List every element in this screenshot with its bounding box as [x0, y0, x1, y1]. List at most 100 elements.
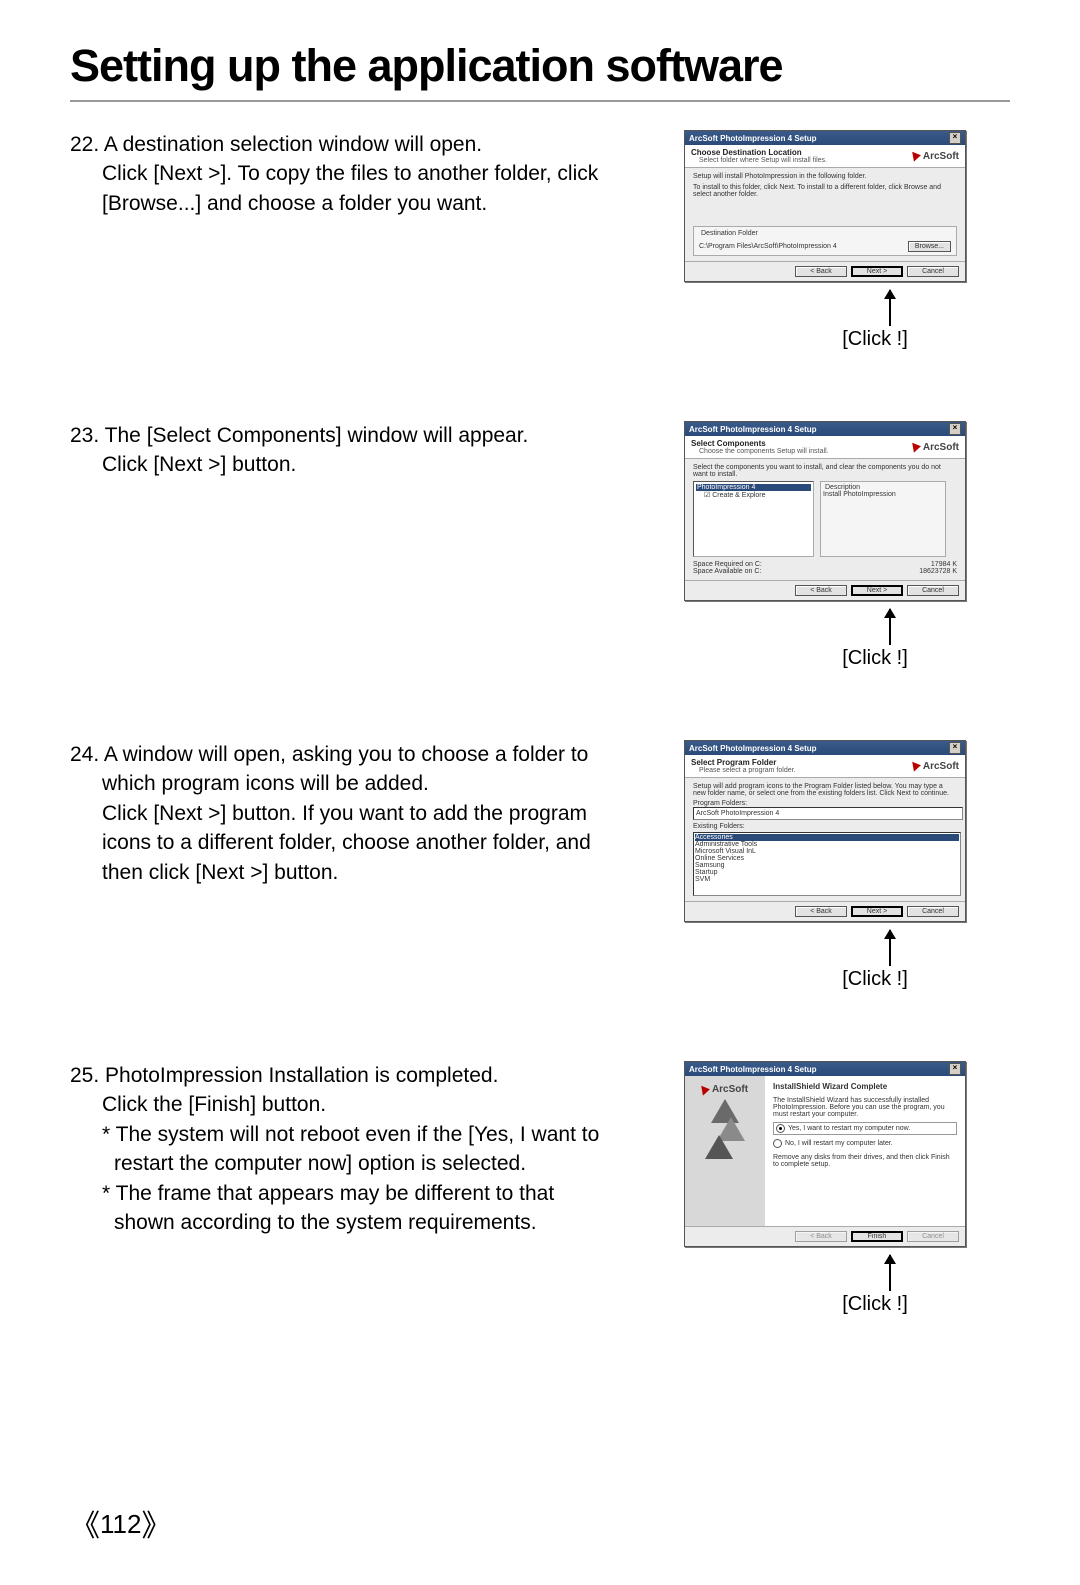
list-item[interactable]: Online Services	[695, 855, 959, 862]
restart-no-option[interactable]: No, I will restart my computer later.	[773, 1139, 957, 1148]
list-item[interactable]: Startup	[695, 869, 959, 876]
list-item[interactable]: Accessories	[695, 834, 959, 841]
next-button[interactable]: Next >	[851, 266, 903, 277]
installer-dialog-components: ArcSoft PhotoImpression 4 Setup × Select…	[684, 421, 966, 601]
radio-icon	[776, 1124, 785, 1133]
step-line: then click [Next >] button.	[70, 858, 630, 887]
cancel-button[interactable]: Cancel	[907, 266, 959, 277]
pf-label: Program Folders:	[693, 800, 957, 807]
click-label: [Click !]	[842, 968, 908, 991]
header-sub: Please select a program folder.	[699, 767, 796, 774]
step-number: 24.	[70, 743, 99, 766]
step-number: 23.	[70, 424, 99, 447]
option-label: Yes, I want to restart my computer now.	[788, 1125, 910, 1132]
click-label: [Click !]	[842, 328, 908, 351]
step-line: The [Select Components] window will appe…	[105, 424, 529, 447]
installer-dialog-program-folder: ArcSoft PhotoImpression 4 Setup × Select…	[684, 740, 966, 922]
existing-folders-list[interactable]: Accessories Administrative Tools Microso…	[693, 832, 961, 896]
back-button[interactable]: < Back	[795, 266, 847, 277]
dialog-header: Select Components Choose the components …	[685, 436, 965, 459]
body-text: Setup will install PhotoImpression in th…	[693, 173, 957, 180]
complete-header: InstallShield Wizard Complete	[773, 1082, 957, 1091]
dialog-titlebar: ArcSoft PhotoImpression 4 Setup ×	[685, 741, 965, 755]
cancel-button: Cancel	[907, 1231, 959, 1242]
radio-icon	[773, 1139, 782, 1148]
dialog-titlebar: ArcSoft PhotoImpression 4 Setup ×	[685, 1062, 965, 1076]
browse-button[interactable]: Browse...	[908, 241, 951, 252]
body-text: Setup will add program icons to the Prog…	[693, 783, 957, 797]
click-label: [Click !]	[842, 647, 908, 670]
desc-label: Description	[823, 484, 862, 491]
header-text: Select Program Folder	[691, 758, 796, 767]
close-icon[interactable]: ×	[949, 742, 961, 754]
list-item[interactable]: Samsung	[695, 862, 959, 869]
cancel-button[interactable]: Cancel	[907, 585, 959, 596]
header-text: Choose Destination Location	[691, 148, 827, 157]
brand-logo: ArcSoft	[913, 151, 959, 162]
back-button[interactable]: < Back	[795, 585, 847, 596]
dialog-title-text: ArcSoft PhotoImpression 4 Setup	[689, 425, 817, 434]
restart-yes-option[interactable]: Yes, I want to restart my computer now.	[773, 1122, 957, 1135]
finish-button[interactable]: Finish	[851, 1231, 903, 1242]
list-item[interactable]: Microsoft Visual InL	[695, 848, 959, 855]
step-line: Click the [Finish] button.	[70, 1090, 630, 1119]
dialog-titlebar: ArcSoft PhotoImpression 4 Setup ×	[685, 422, 965, 436]
list-item[interactable]: SVM	[695, 876, 959, 883]
finish-body: ArcSoft InstallShield Wizard Complete Th…	[685, 1076, 965, 1226]
program-folder-input[interactable]: ArcSoft PhotoImpression 4	[693, 807, 963, 820]
dialog-body: Select the components you want to instal…	[685, 459, 965, 580]
page-number: 《112》	[70, 1501, 171, 1545]
dialog-buttons: < Back Finish Cancel	[685, 1226, 965, 1246]
installer-dialog-complete: ArcSoft PhotoImpression 4 Setup × ArcSof…	[684, 1061, 966, 1247]
screenshot-column: ArcSoft PhotoImpression 4 Setup × Choose…	[640, 130, 1010, 351]
step-24: 24. A window will open, asking you to ch…	[70, 740, 1010, 991]
header-sub: Select folder where Setup will install f…	[699, 157, 827, 164]
dialog-body: Setup will install PhotoImpression in th…	[685, 168, 965, 261]
mountain-icon	[705, 1135, 733, 1159]
header-sub: Choose the components Setup will install…	[699, 448, 829, 455]
step-25: 25. PhotoImpression Installation is comp…	[70, 1061, 1010, 1316]
close-icon[interactable]: ×	[949, 1063, 961, 1075]
step-note: shown according to the system requiremen…	[70, 1208, 630, 1237]
arrow-icon	[889, 290, 891, 326]
screenshot-column: ArcSoft PhotoImpression 4 Setup × ArcSof…	[640, 1061, 1010, 1316]
component-tree[interactable]: PhotoImpression 4 ☑ Create & Explore	[693, 481, 814, 557]
dialog-header: Select Program Folder Please select a pr…	[685, 755, 965, 778]
option-label: No, I will restart my computer later.	[785, 1140, 893, 1147]
arrow-icon	[889, 1255, 891, 1291]
tree-item[interactable]: ☑ Create & Explore	[696, 491, 811, 499]
step-line: A destination selection window will open…	[104, 133, 482, 156]
dialog-buttons: < Back Next > Cancel	[685, 901, 965, 921]
list-item[interactable]: Administrative Tools	[695, 841, 959, 848]
arrow-icon	[889, 609, 891, 645]
body-text: Select the components you want to instal…	[693, 464, 957, 478]
dialog-buttons: < Back Next > Cancel	[685, 580, 965, 600]
body-text: Remove any disks from their drives, and …	[773, 1154, 957, 1168]
body-text: To install to this folder, click Next. T…	[693, 184, 957, 198]
dialog-header: Choose Destination Location Select folde…	[685, 145, 965, 168]
back-button[interactable]: < Back	[795, 906, 847, 917]
desc-text: Install PhotoImpression	[823, 491, 943, 498]
dialog-title-text: ArcSoft PhotoImpression 4 Setup	[689, 1065, 817, 1074]
next-button[interactable]: Next >	[851, 585, 903, 596]
close-icon[interactable]: ×	[949, 423, 961, 435]
dialog-title-text: ArcSoft PhotoImpression 4 Setup	[689, 134, 817, 143]
next-button[interactable]: Next >	[851, 906, 903, 917]
step-note: restart the computer now] option is sele…	[70, 1149, 630, 1178]
brand-logo: ArcSoft	[913, 761, 959, 772]
step-line: [Browse...] and choose a folder you want…	[70, 189, 630, 218]
step-number: 25.	[70, 1064, 99, 1087]
dialog-title-text: ArcSoft PhotoImpression 4 Setup	[689, 744, 817, 753]
space-label: Space Available on C:	[693, 568, 761, 575]
finish-content: InstallShield Wizard Complete The Instal…	[765, 1076, 965, 1226]
cancel-button[interactable]: Cancel	[907, 906, 959, 917]
destination-folder-box: Destination Folder C:\Program Files\ArcS…	[693, 226, 957, 256]
step-line: which program icons will be added.	[70, 769, 630, 798]
dest-label: Destination Folder	[699, 230, 760, 237]
close-icon[interactable]: ×	[949, 132, 961, 144]
tree-item[interactable]: PhotoImpression 4	[696, 484, 811, 491]
step-text: 25. PhotoImpression Installation is comp…	[70, 1061, 640, 1237]
step-note: * The frame that appears may be differen…	[70, 1179, 630, 1208]
dest-path: C:\Program Files\ArcSoft\PhotoImpression…	[699, 243, 837, 250]
screenshot-column: ArcSoft PhotoImpression 4 Setup × Select…	[640, 740, 1010, 991]
